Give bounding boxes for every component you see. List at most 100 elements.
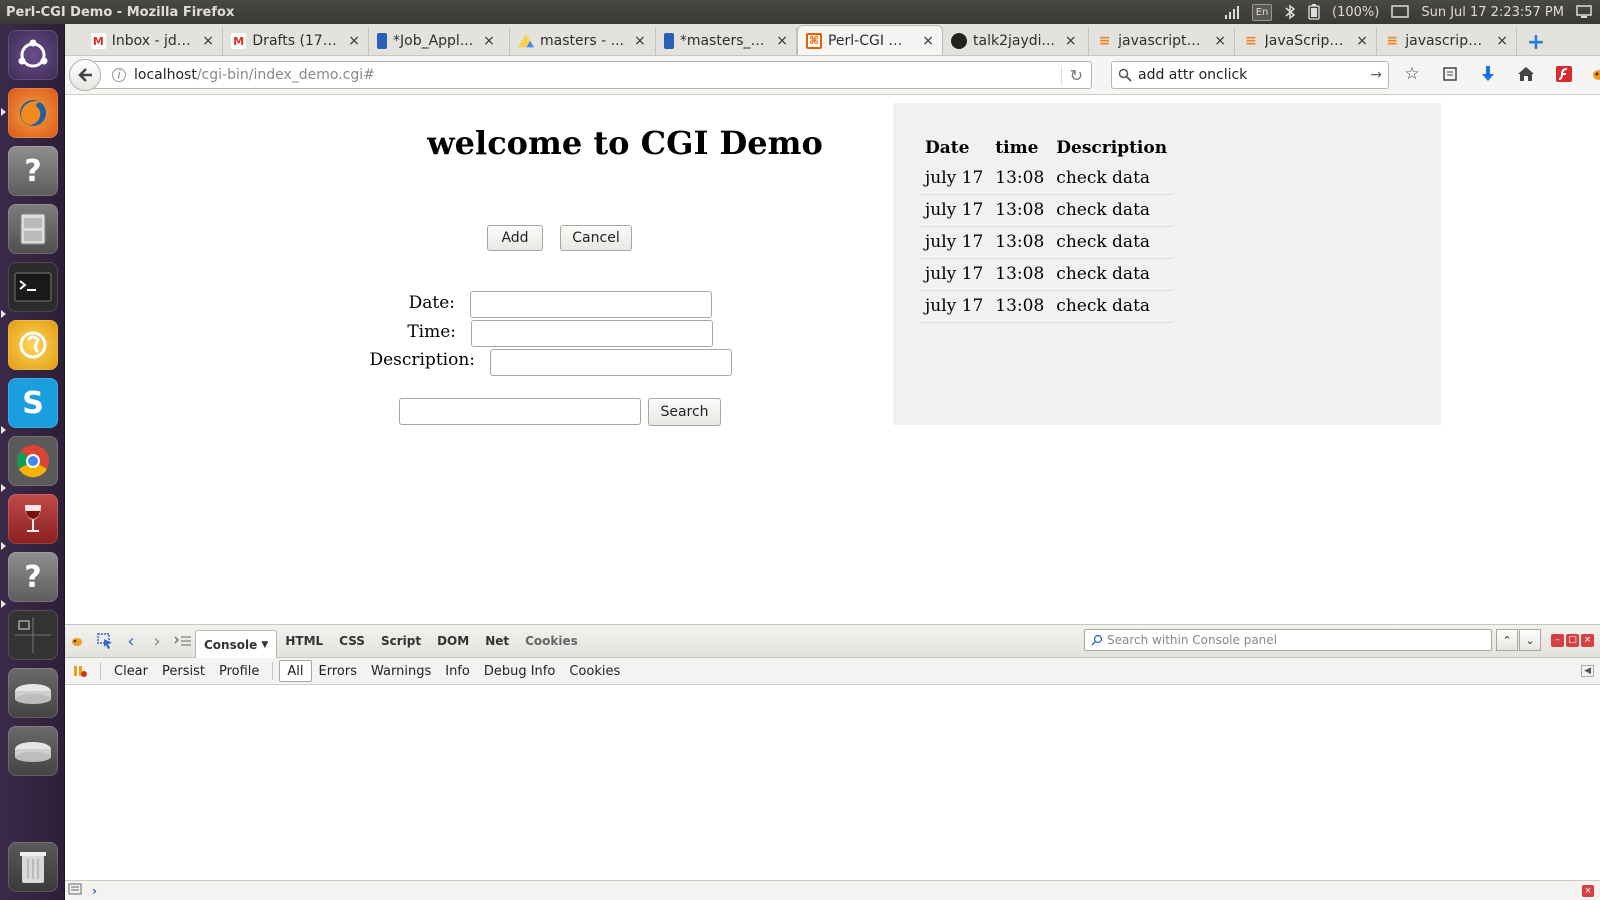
toolbar-icons: ☆ [1400,62,1600,86]
skype-icon[interactable]: S [8,378,58,428]
tab-close-icon[interactable]: × [776,33,788,49]
firebug-menu-icon[interactable] [67,629,91,653]
column-header-time: time [995,137,1039,158]
browser-tab[interactable]: masters - ... × [510,27,656,55]
minimize-icon[interactable]: – [1551,634,1564,647]
tab-close-icon[interactable]: × [1356,33,1368,49]
dash-home-icon[interactable] [8,30,58,80]
tab-close-icon[interactable]: × [348,33,360,49]
wine-icon[interactable] [8,494,58,544]
bookmarks-menu-icon[interactable] [1438,62,1462,86]
time-label: Time: [407,322,456,342]
filter-errors[interactable]: Errors [312,660,364,682]
workspace-switcher-icon[interactable] [8,610,58,660]
search-bar[interactable]: add attr onclick → [1111,61,1389,89]
browser-tab[interactable]: ≡ javascript -... × [1377,27,1517,55]
close-console-icon[interactable]: × [1582,884,1594,897]
dictionary-app-icon[interactable] [8,320,58,370]
filter-cookies[interactable]: Cookies [562,660,627,682]
battery-percentage: (100%) [1332,4,1380,20]
inspect-element-icon[interactable] [93,629,117,653]
downloads-icon[interactable] [1476,62,1500,86]
firebug-tab-console[interactable]: Console ▼ [195,630,278,658]
firebug-tab-html[interactable]: HTML [277,627,331,655]
search-go-icon[interactable]: → [1370,67,1382,83]
drive-icon-2[interactable] [8,726,58,776]
network-signal-icon[interactable] [1224,5,1240,19]
browser-tab[interactable]: talk2jaydi... × [943,27,1089,55]
drive-icon[interactable] [8,668,58,718]
tab-close-icon[interactable]: × [202,33,214,49]
tab-close-icon[interactable]: × [922,33,934,49]
tab-close-icon[interactable]: × [483,33,495,49]
browser-tab[interactable]: *Job_Appl... × [369,27,510,55]
firebug-tab-css[interactable]: CSS [331,627,373,655]
chrome-icon[interactable] [8,436,58,486]
bookmark-star-icon[interactable]: ☆ [1400,62,1424,86]
profile-button[interactable]: Profile [212,660,266,682]
session-icon[interactable] [1576,4,1592,20]
cancel-button[interactable]: Cancel [560,225,632,251]
unity-launcher: ? S ? [0,24,65,900]
keyboard-layout-indicator[interactable]: En [1252,3,1273,21]
firebug-tab-cookies[interactable]: Cookies [517,627,586,655]
bluetooth-icon[interactable] [1284,4,1296,20]
filter-info[interactable]: Info [438,660,477,682]
filter-all[interactable]: All [279,660,312,682]
new-tab-button[interactable]: + [1523,29,1549,55]
terminal-icon[interactable] [8,262,58,312]
unknown-app-icon-2[interactable]: ? [8,552,58,602]
command-editor-icon[interactable] [68,883,82,898]
side-panel-toggle-icon[interactable]: ◀ [1581,665,1594,677]
forward-icon[interactable]: › [145,629,169,653]
command-line-icon[interactable] [171,629,195,653]
back-button[interactable] [69,59,101,91]
filter-warnings[interactable]: Warnings [364,660,438,682]
search-next-button[interactable]: ⌄ [1519,629,1541,651]
firefox-icon[interactable] [8,88,58,138]
search-previous-button[interactable]: ⌃ [1496,629,1518,651]
tab-close-icon[interactable]: × [1214,33,1226,49]
messaging-icon[interactable] [1391,5,1410,19]
tab-close-icon[interactable]: × [634,33,646,49]
search-input[interactable] [399,398,641,425]
firebug-search-input[interactable]: Search within Console panel [1084,629,1492,651]
browser-tab[interactable]: M Drafts (17)... × [223,27,369,55]
tab-close-icon[interactable]: × [1065,33,1077,49]
firebug-tab-script[interactable]: Script [373,627,429,655]
console-output-area[interactable] [65,685,1600,880]
browser-tab[interactable]: M Inbox - jd6... × [83,27,223,55]
search-button[interactable]: Search [648,398,721,426]
detach-icon[interactable]: □ [1566,634,1579,647]
back-icon[interactable]: ‹ [119,629,143,653]
browser-tab[interactable]: ≡ javascript -... × [1089,27,1235,55]
battery-icon[interactable] [1308,4,1320,20]
time-input[interactable] [471,320,713,347]
date-input[interactable] [470,291,712,318]
trash-icon[interactable] [8,842,58,892]
firebug-tab-net[interactable]: Net [477,627,517,655]
browser-tab[interactable]: ≡ JavaScript... × [1235,27,1377,55]
tab-close-icon[interactable]: × [1496,33,1508,49]
home-icon[interactable] [1514,62,1538,86]
browser-tab[interactable]: ⌘ Perl-CGI D... × [797,25,943,55]
firebug-tab-dom[interactable]: DOM [429,627,477,655]
breakpoint-icon[interactable] [65,660,94,682]
reload-icon[interactable]: ↻ [1060,66,1083,85]
add-button[interactable]: Add [487,225,543,251]
unknown-app-icon[interactable]: ? [8,146,58,196]
browser-tab[interactable]: *masters_i... × [656,27,797,55]
cell-date: july 17 [919,226,990,259]
persist-button[interactable]: Persist [155,660,212,682]
close-icon[interactable]: × [1581,634,1594,647]
clear-button[interactable]: Clear [107,660,155,682]
flash-icon[interactable] [1552,62,1576,86]
site-info-icon[interactable]: i [112,68,126,82]
filter-debug-info[interactable]: Debug Info [477,660,563,682]
description-input[interactable] [490,349,732,376]
clock[interactable]: Sun Jul 17 2:23:57 PM [1421,5,1564,20]
firebug-icon[interactable] [1590,62,1600,86]
command-line[interactable]: › × [65,880,1600,900]
file-cabinet-icon[interactable] [8,204,58,254]
url-bar[interactable]: i localhost/cgi-bin/index_demo.cgi# ↻ [89,61,1092,89]
